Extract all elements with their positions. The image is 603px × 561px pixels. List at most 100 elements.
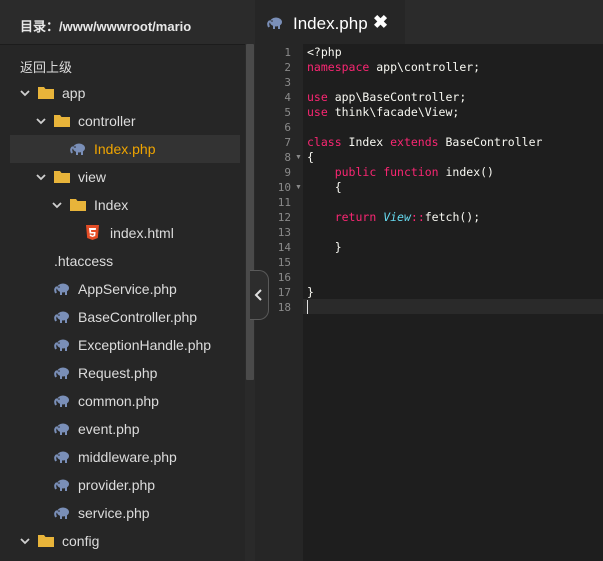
line-number: 4	[284, 91, 291, 104]
sidebar-header: 目录：/www/wwwroot/mario	[0, 0, 255, 45]
code-token: {	[307, 150, 314, 164]
php-elephant-icon	[54, 479, 69, 491]
code-token: Index	[341, 135, 391, 149]
fold-toggle-icon[interactable]: ▼	[295, 150, 302, 165]
tree-item-index-html[interactable]: index.html	[10, 219, 240, 247]
code-token: app\controller;	[369, 60, 481, 74]
code-token: {	[307, 180, 342, 194]
php-elephant-icon	[54, 507, 69, 519]
code-token: return	[334, 210, 377, 224]
tree-item-label: app	[62, 85, 86, 101]
line-number: 13	[277, 226, 291, 239]
file-explorer-sidebar: 目录：/www/wwwroot/mario 返回上级 app controller…	[0, 0, 255, 561]
tree-item-label: service.php	[78, 505, 150, 521]
code-line: return View::fetch();	[307, 210, 480, 225]
line-number: 3	[284, 76, 291, 89]
code-token: fetch();	[424, 210, 481, 224]
code-line: public function index()	[307, 165, 494, 180]
folder-icon	[38, 535, 54, 547]
code-line: <?php	[307, 45, 342, 60]
code-token: app\BaseController;	[327, 90, 467, 104]
code-token: think\facade\View;	[327, 105, 460, 119]
line-number: 11	[277, 196, 291, 209]
php-elephant-icon	[54, 339, 69, 351]
code-token: index()	[438, 165, 494, 179]
back-to-parent-link[interactable]: 返回上级	[20, 57, 72, 76]
code-line: }	[307, 285, 314, 300]
chevron-down-icon[interactable]	[20, 536, 30, 546]
code-token: use	[307, 105, 328, 119]
code-token: View	[383, 210, 411, 224]
chevron-down-icon[interactable]	[36, 116, 46, 126]
code-line: class Index extends BaseController	[307, 135, 542, 150]
tree-item-htaccess[interactable]: .htaccess	[10, 247, 240, 275]
tree-item-label: AppService.php	[78, 281, 177, 297]
folder-icon	[70, 199, 86, 211]
code-token: use	[307, 90, 328, 104]
tree-item-exceptionhandle-php[interactable]: ExceptionHandle.php	[10, 331, 240, 359]
code-line: use app\BaseController;	[307, 90, 466, 105]
tree-item-index[interactable]: Index	[10, 191, 240, 219]
folder-icon	[54, 171, 70, 183]
line-number: 7	[284, 136, 291, 149]
editor-tab-bar: Index.php ✖	[255, 0, 603, 46]
code-token: }	[307, 240, 342, 254]
directory-path-title: 目录：/www/wwwroot/mario	[20, 19, 192, 34]
code-token: extends	[390, 135, 439, 149]
chevron-down-icon[interactable]	[52, 200, 62, 210]
tree-item-request-php[interactable]: Request.php	[10, 359, 240, 387]
tree-item-common-php[interactable]: common.php	[10, 387, 240, 415]
tree-item-view[interactable]: view	[10, 163, 240, 191]
php-elephant-icon	[267, 17, 282, 29]
code-line: {	[307, 150, 314, 165]
code-token: BaseController	[438, 135, 543, 149]
close-icon[interactable]: ✖	[373, 12, 388, 33]
line-number: 10	[277, 181, 291, 194]
code-line: namespace app\controller;	[307, 60, 480, 75]
code-token: namespace	[307, 60, 370, 74]
line-number: 2	[284, 61, 291, 74]
tree-item-appservice-php[interactable]: AppService.php	[10, 275, 240, 303]
tree-item-label: Index	[94, 197, 129, 213]
tree-item-middleware-php[interactable]: middleware.php	[10, 443, 240, 471]
code-token: <?php	[307, 45, 342, 59]
tree-item-label: Index.php	[94, 141, 156, 157]
tree-item-config[interactable]: config	[10, 527, 240, 555]
php-elephant-icon	[54, 423, 69, 435]
text-cursor	[307, 300, 308, 314]
html5-icon	[86, 225, 99, 240]
sidebar-scrollbar-thumb[interactable]	[246, 44, 254, 380]
tree-item-controller[interactable]: controller	[10, 107, 240, 135]
code-token: }	[307, 285, 314, 299]
line-number: 15	[277, 256, 291, 269]
tree-item-label: controller	[78, 113, 136, 129]
chevron-down-icon[interactable]	[36, 172, 46, 182]
tree-item-app[interactable]: app	[10, 79, 240, 107]
fold-toggle-icon[interactable]: ▼	[295, 180, 302, 195]
code-line: {	[307, 180, 342, 195]
active-line-highlight	[303, 299, 603, 314]
line-number: 1	[284, 46, 291, 59]
tree-item-event-php[interactable]: event.php	[10, 415, 240, 443]
code-token: ::	[410, 210, 425, 224]
tree-item-index-php[interactable]: Index.php	[10, 135, 240, 163]
php-elephant-icon	[54, 451, 69, 463]
tab-label: Index.php	[293, 14, 368, 33]
php-elephant-icon	[54, 367, 69, 379]
line-number: 9	[284, 166, 291, 179]
tree-item-label: .htaccess	[54, 253, 114, 269]
line-number: 12	[277, 211, 291, 224]
tree-item-service-php[interactable]: service.php	[10, 499, 240, 527]
tab-index-php[interactable]: Index.php ✖	[255, 0, 405, 46]
tree-item-label: index.html	[110, 225, 174, 241]
collapse-sidebar-button[interactable]	[250, 270, 269, 320]
line-number: 8	[284, 151, 291, 164]
folder-icon	[38, 87, 54, 99]
tree-item-label: event.php	[78, 421, 140, 437]
tree-item-label: Request.php	[78, 365, 158, 381]
chevron-down-icon[interactable]	[20, 88, 30, 98]
tree-item-provider-php[interactable]: provider.php	[10, 471, 240, 499]
tree-item-basecontroller-php[interactable]: BaseController.php	[10, 303, 240, 331]
